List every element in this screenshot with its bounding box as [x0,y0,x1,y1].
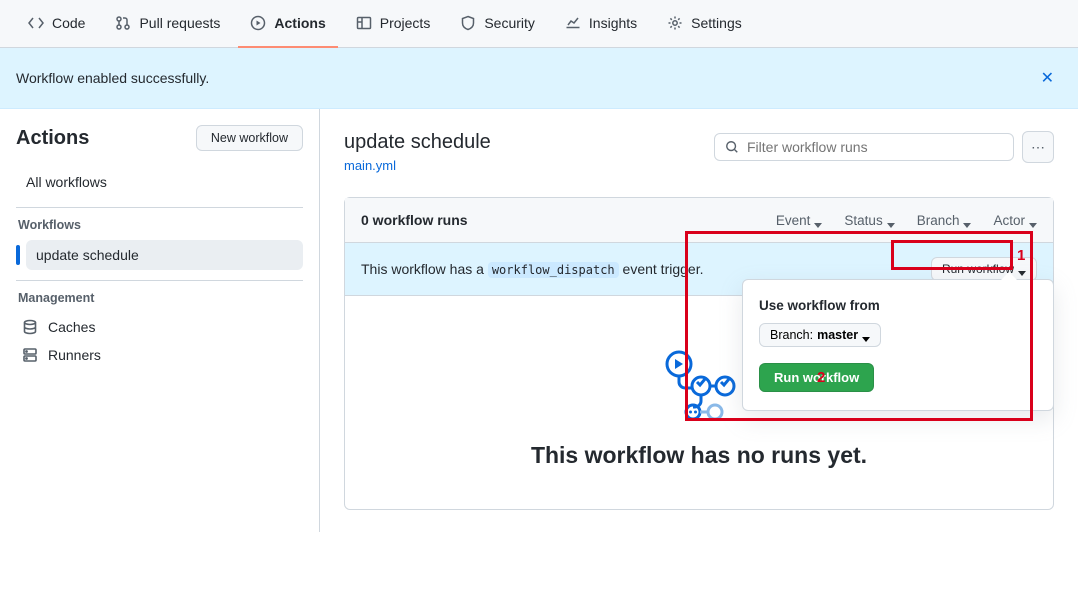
new-workflow-button[interactable]: New workflow [196,125,303,151]
gear-icon [667,15,683,31]
filter-event[interactable]: Event [776,213,823,228]
play-circle-icon [250,15,266,31]
tab-settings-label: Settings [691,15,742,31]
page-layout: Actions New workflow All workflows Workf… [0,109,1078,532]
tab-actions-label: Actions [274,15,325,31]
search-icon [725,140,739,154]
tab-projects[interactable]: Projects [344,0,443,48]
divider [16,207,303,208]
workflow-title: update schedule [344,131,491,154]
chevron-down-icon [963,216,971,224]
management-heading: Management [18,291,303,305]
divider [16,280,303,281]
tab-settings[interactable]: Settings [655,0,754,48]
sidebar-all-workflows[interactable]: All workflows [16,167,303,197]
filter-input[interactable] [747,139,1003,155]
tab-pulls[interactable]: Pull requests [103,0,232,48]
chevron-down-icon [814,216,822,224]
sidebar-runners[interactable]: Runners [16,341,303,369]
more-menu-button[interactable]: ⋯ [1022,131,1054,163]
tab-code-label: Code [52,15,85,31]
projects-icon [356,15,372,31]
actions-sidebar: Actions New workflow All workflows Workf… [0,109,320,532]
pull-request-icon [115,15,131,31]
close-icon[interactable]: ✕ [1033,64,1062,92]
chevron-down-icon [1018,265,1026,273]
server-icon [22,347,38,363]
empty-title: This workflow has no runs yet. [361,442,1037,469]
tab-pulls-label: Pull requests [139,15,220,31]
annotation-num-1: 1 [1017,247,1025,264]
sidebar-workflow-item[interactable]: update schedule [26,240,303,270]
workflow-file-link[interactable]: main.yml [344,158,396,173]
empty-illustration [659,346,739,426]
flash-banner: Workflow enabled successfully. ✕ [0,48,1078,109]
dispatch-text: This workflow has a workflow_dispatch ev… [361,261,703,277]
tab-insights[interactable]: Insights [553,0,649,48]
sidebar-title: Actions [16,127,89,150]
use-workflow-from-label: Use workflow from [759,298,1037,313]
tab-actions[interactable]: Actions [238,0,337,48]
chevron-down-icon [862,331,870,339]
filter-input-wrapper[interactable] [714,133,1014,161]
shield-icon [460,15,476,31]
sidebar-caches-label: Caches [48,319,95,335]
tab-insights-label: Insights [589,15,637,31]
filter-status[interactable]: Status [844,213,894,228]
graph-icon [565,15,581,31]
workflows-heading: Workflows [18,218,303,232]
repo-tab-bar: Code Pull requests Actions Projects Secu… [0,0,1078,48]
sidebar-runners-label: Runners [48,347,101,363]
flash-text: Workflow enabled successfully. [16,70,209,86]
filter-branch[interactable]: Branch [917,213,972,228]
annotation-num-2: 2 [817,369,825,386]
sidebar-caches[interactable]: Caches [16,313,303,341]
tab-security-label: Security [484,15,535,31]
tab-code[interactable]: Code [16,0,97,48]
chevron-down-icon [887,216,895,224]
run-workflow-dropdown: Use workflow from Branch: master Run wor… [742,279,1054,411]
chevron-down-icon [1029,216,1037,224]
database-icon [22,319,38,335]
tab-security[interactable]: Security [448,0,547,48]
main-content: update schedule main.yml ⋯ 0 workflow ru… [320,109,1078,532]
filter-actor[interactable]: Actor [993,213,1037,228]
code-icon [28,15,44,31]
tab-projects-label: Projects [380,15,431,31]
branch-select-button[interactable]: Branch: master [759,323,881,347]
runs-count: 0 workflow runs [361,212,468,228]
